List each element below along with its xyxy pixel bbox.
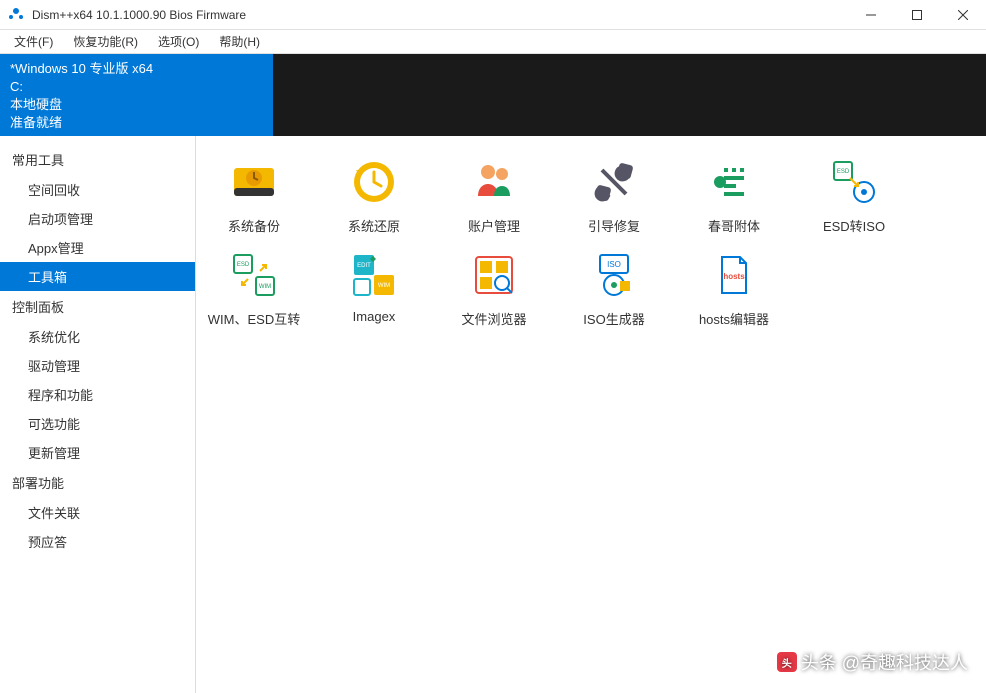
- drive-letter: C:: [10, 78, 263, 96]
- tool-boot-repair[interactable]: 引导修复: [568, 154, 660, 239]
- tool-file-explorer[interactable]: 文件浏览器: [448, 247, 540, 332]
- menu-file[interactable]: 文件(F): [4, 31, 63, 52]
- tool-label: WIM、ESD互转: [208, 309, 300, 328]
- sidebar-item-answerfile[interactable]: 预应答: [0, 527, 195, 556]
- sidebar-item-space[interactable]: 空间回收: [0, 175, 195, 204]
- imagex-icon: EDIT WIM: [350, 251, 398, 299]
- maximize-button[interactable]: [894, 0, 940, 30]
- sidebar-item-driver[interactable]: 驱动管理: [0, 351, 195, 380]
- sidebar-group-common: 常用工具: [0, 144, 195, 175]
- account-icon: [470, 158, 518, 206]
- status-text: 准备就绪: [10, 114, 263, 132]
- tool-account-management[interactable]: 账户管理: [448, 154, 540, 239]
- tool-system-restore[interactable]: 系统还原: [328, 154, 420, 239]
- tool-label: ESD转ISO: [823, 216, 885, 235]
- tool-label: 系统还原: [348, 216, 400, 235]
- menu-help[interactable]: 帮助(H): [209, 31, 270, 52]
- system-info-panel[interactable]: *Windows 10 专业版 x64 C: 本地硬盘 准备就绪: [0, 54, 273, 136]
- restore-icon: [350, 158, 398, 206]
- window-controls: [848, 0, 986, 30]
- sidebar-item-fileassoc[interactable]: 文件关联: [0, 498, 195, 527]
- titlebar: Dism++x64 10.1.1000.90 Bios Firmware: [0, 0, 986, 30]
- content-area: 系统备份 系统还原 账户管理 引导修复: [196, 136, 986, 693]
- app-icon: [6, 5, 26, 25]
- hosts-icon: hosts: [710, 251, 758, 299]
- sidebar-item-update[interactable]: 更新管理: [0, 438, 195, 467]
- sidebar-item-optional[interactable]: 可选功能: [0, 409, 195, 438]
- iso-gen-icon: ISO: [590, 251, 638, 299]
- tool-hosts-editor[interactable]: hosts hosts编辑器: [688, 247, 780, 332]
- tool-label: 春哥附体: [708, 216, 760, 235]
- tool-esd-to-iso[interactable]: ESD ESD转ISO: [808, 154, 900, 239]
- tool-label: 系统备份: [228, 216, 280, 235]
- tool-iso-generator[interactable]: ISO ISO生成器: [568, 247, 660, 332]
- esd-iso-icon: ESD: [830, 158, 878, 206]
- tool-wim-esd-convert[interactable]: ESD WIM WIM、ESD互转: [208, 247, 300, 332]
- watermark: 头 头条 @奇趣科技达人: [777, 649, 968, 675]
- sidebar-item-startup[interactable]: 启动项管理: [0, 204, 195, 233]
- disk-type: 本地硬盘: [10, 96, 263, 114]
- os-name: *Windows 10 专业版 x64: [10, 60, 263, 78]
- minimize-button[interactable]: [848, 0, 894, 30]
- sidebar-item-toolbox[interactable]: 工具箱: [0, 262, 195, 291]
- close-button[interactable]: [940, 0, 986, 30]
- tool-label: 账户管理: [468, 216, 520, 235]
- svg-text:WIM: WIM: [378, 283, 390, 289]
- tool-label: Imagex: [353, 309, 396, 324]
- tool-label: 引导修复: [588, 216, 640, 235]
- menu-recovery[interactable]: 恢复功能(R): [63, 31, 148, 52]
- tool-label: 文件浏览器: [461, 309, 526, 328]
- watermark-text: 头条 @奇趣科技达人: [801, 649, 968, 675]
- infobar-dark-area: [273, 54, 986, 136]
- backup-icon: [230, 158, 278, 206]
- sidebar-item-appx[interactable]: Appx管理: [0, 233, 195, 262]
- tool-system-backup[interactable]: 系统备份: [208, 154, 300, 239]
- sidebar-group-control: 控制面板: [0, 291, 195, 322]
- svg-text:ISO: ISO: [607, 260, 621, 269]
- chunge-icon: [710, 158, 758, 206]
- sidebar-item-programs[interactable]: 程序和功能: [0, 380, 195, 409]
- tool-imagex[interactable]: EDIT WIM Imagex: [328, 247, 420, 332]
- svg-text:hosts: hosts: [723, 272, 745, 281]
- menubar: 文件(F) 恢复功能(R) 选项(O) 帮助(H): [0, 30, 986, 54]
- tool-chunge[interactable]: 春哥附体: [688, 154, 780, 239]
- tool-label: ISO生成器: [583, 309, 644, 328]
- tool-grid: 系统备份 系统还原 账户管理 引导修复: [208, 154, 974, 332]
- sidebar: 常用工具 空间回收 启动项管理 Appx管理 工具箱 控制面板 系统优化 驱动管…: [0, 136, 196, 693]
- explorer-icon: [470, 251, 518, 299]
- infobar: *Windows 10 专业版 x64 C: 本地硬盘 准备就绪: [0, 54, 986, 136]
- svg-text:ESD: ESD: [237, 262, 250, 268]
- boot-repair-icon: [590, 158, 638, 206]
- svg-text:WIM: WIM: [259, 284, 271, 290]
- main-content: 常用工具 空间回收 启动项管理 Appx管理 工具箱 控制面板 系统优化 驱动管…: [0, 136, 986, 693]
- menu-options[interactable]: 选项(O): [148, 31, 209, 52]
- sidebar-group-deploy: 部署功能: [0, 467, 195, 498]
- tool-label: hosts编辑器: [699, 309, 769, 328]
- svg-text:EDIT: EDIT: [357, 263, 371, 269]
- sidebar-item-sysopt[interactable]: 系统优化: [0, 322, 195, 351]
- wim-esd-icon: ESD WIM: [230, 251, 278, 299]
- svg-text:ESD: ESD: [837, 169, 850, 175]
- titlebar-title: Dism++x64 10.1.1000.90 Bios Firmware: [32, 8, 848, 22]
- watermark-icon: 头: [777, 652, 797, 672]
